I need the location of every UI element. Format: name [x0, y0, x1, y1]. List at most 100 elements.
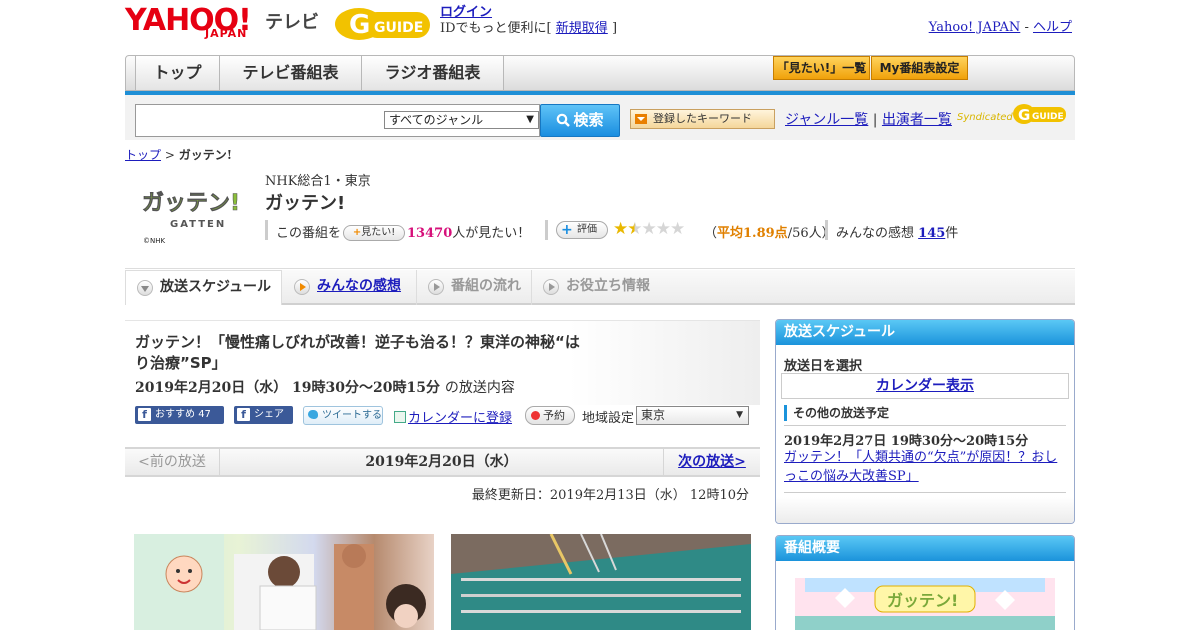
facebook-icon: f — [138, 408, 151, 421]
divider — [265, 220, 268, 240]
yahoo-japan-link[interactable]: Yahoo! JAPAN — [929, 20, 1021, 35]
program-logo-sub: GATTEN — [170, 219, 226, 230]
help-link[interactable]: ヘルプ — [1033, 20, 1072, 35]
rate-button-label: 評価 — [577, 224, 597, 235]
chevron-down-icon: ▼ — [736, 410, 743, 420]
other-broadcasts-heading: その他の放送予定 — [784, 405, 889, 421]
rating-stars: ★★★★★ — [613, 219, 685, 239]
tab-program-flow[interactable]: 番組の流れ — [417, 270, 532, 305]
divider — [545, 220, 548, 240]
nav-tab-top[interactable]: トップ — [135, 56, 220, 90]
calendar-display-link[interactable]: カレンダー表示 — [876, 378, 974, 394]
region-select[interactable]: 東京 ▼ — [636, 406, 749, 425]
channel-name: NHK総合1・東京 — [265, 174, 371, 189]
mitai-count: 13470 — [407, 226, 453, 241]
overview-logo-text: ガッテン! — [887, 591, 958, 610]
mitai-button[interactable]: +見たい! — [343, 224, 406, 241]
signup-link[interactable]: 新規取得 — [556, 21, 608, 36]
region-select-value: 東京 — [641, 408, 666, 422]
last-updated: 最終更新日：2019年2月13日（水） 12時10分 — [471, 488, 749, 503]
reserve-button[interactable]: 予約 — [525, 406, 575, 425]
recommend-count: 47 — [198, 409, 211, 420]
star-empty-icon: ★ — [670, 219, 685, 239]
facebook-recommend-button[interactable]: f おすすめ 47 — [135, 406, 224, 424]
search-icon — [557, 113, 571, 127]
program-title: ガッテン! — [265, 193, 346, 214]
login-block: ログイン IDでもっと便利に[ 新規取得 ] — [440, 5, 617, 37]
tab-broadcast-schedule[interactable]: 放送スケジュール — [125, 270, 282, 305]
program-overview-image: ガッテン! — [795, 578, 1055, 630]
episode-photo — [134, 534, 434, 630]
rate-button[interactable]: + 評価 — [556, 221, 608, 239]
other-broadcast-item: ガッテン！「人類共通の“欠点”が原因！？おしっこの悩み大改善SP」 — [784, 448, 1064, 486]
tab-label: 番組の流れ — [451, 278, 521, 294]
tab-reviews[interactable]: みんなの感想 — [283, 270, 417, 305]
episode-title: ガッテン！「慢性痛しびれが改善！逆子も治る！？東洋の神秘“はり治療”SP」 — [135, 333, 580, 372]
login-note-prefix: IDでもっと便利に[ — [440, 21, 552, 36]
next-broadcast-link[interactable]: 次の放送> — [678, 454, 746, 470]
search-button[interactable]: 検索 — [540, 104, 620, 137]
nav-tab-tv-guide[interactable]: テレビ番組表 — [220, 56, 362, 90]
gguide-logo[interactable]: G GUIDE — [334, 6, 434, 46]
mitai-prefix: この番組を — [276, 226, 342, 241]
calendar-display: カレンダー表示 — [781, 373, 1069, 399]
search-links: ジャンル一覧 | 出演者一覧 — [785, 109, 952, 129]
registered-keyword-label: 登録したキーワード — [653, 112, 752, 125]
share-label: シェア — [254, 409, 284, 420]
tab-useful-info[interactable]: お役立ち情報 — [532, 270, 667, 305]
pager-date: 2019年2月20日（水） — [365, 454, 518, 470]
prev-broadcast: <前の放送 — [125, 449, 220, 475]
schedule-panel: 放送スケジュール — [775, 319, 1075, 524]
kanso-count-link[interactable]: 145 — [918, 226, 945, 241]
chevron-down-icon — [137, 280, 153, 296]
episode-date: 2019年2月20日（水） 19時30分～20時15分 の放送内容 — [135, 377, 515, 397]
other-broadcast-link[interactable]: ガッテン！「人類共通の“欠点”が原因！？おしっこの悩み大改善SP」 — [784, 450, 1057, 484]
schedule-panel-title: 放送スケジュール — [776, 320, 1074, 345]
genre-list-link[interactable]: ジャンル一覧 — [785, 112, 868, 128]
syndicated-label: Syndicated — [957, 112, 1013, 123]
tab-label: お役立ち情報 — [566, 278, 650, 294]
facebook-icon: f — [237, 408, 250, 421]
recommend-label: おすすめ — [155, 409, 195, 420]
registered-keyword-button[interactable]: 登録したキーワード — [630, 109, 775, 129]
mitai-list-button[interactable]: 「見たい!」一覧 — [773, 56, 870, 80]
tab-label[interactable]: みんなの感想 — [317, 278, 401, 294]
mitai-suffix: 人が見たい！ — [452, 226, 531, 241]
tweet-label: ツイートする — [322, 410, 382, 421]
tv-label[interactable]: テレビ — [265, 8, 319, 34]
dropdown-icon — [635, 114, 647, 124]
calendar-register-link[interactable]: カレンダーに登録 — [408, 411, 512, 426]
tabs-divider — [125, 268, 1075, 269]
program-logo-copyright: ©NHK — [143, 237, 166, 245]
chevron-down-icon: ▼ — [526, 114, 534, 125]
genre-select-value: すべてのジャンル — [389, 113, 484, 127]
facebook-share-button[interactable]: f シェア — [234, 406, 293, 424]
star-empty-icon: ★ — [641, 219, 657, 239]
select-day-label: 放送日を選択 — [784, 359, 863, 374]
next-broadcast: 次の放送> — [663, 449, 760, 475]
program-logo: ガッテン! GATTEN — [140, 186, 250, 231]
star-full-icon: ★ — [613, 219, 628, 239]
svg-text:G: G — [1018, 106, 1030, 124]
genre-select[interactable]: すべてのジャンル ▼ — [384, 111, 539, 129]
star-half-icon: ★ — [627, 219, 642, 239]
other-broadcast-date: 2019年2月27日 19時30分～20時15分 — [784, 434, 1029, 449]
episode-date-value: 2019年2月20日（水） 19時30分～20時15分 — [135, 380, 440, 396]
login-note-suffix: ] — [611, 21, 618, 36]
mitai-button-label: 見たい! — [361, 226, 396, 238]
my-bangumi-settings-button[interactable]: My番組表設定 — [871, 56, 968, 80]
divider — [825, 220, 828, 240]
tab-label: 放送スケジュール — [160, 279, 272, 295]
svg-text:GUIDE: GUIDE — [374, 20, 423, 36]
header-links: Yahoo! JAPAN - ヘルプ — [929, 16, 1072, 35]
play-icon — [543, 279, 559, 295]
plus-icon: + — [561, 222, 573, 238]
svg-text:GUIDE: GUIDE — [1032, 112, 1064, 122]
login-link[interactable]: ログイン — [440, 5, 492, 20]
nav-tab-radio-guide[interactable]: ラジオ番組表 — [362, 56, 504, 90]
tweet-button[interactable]: ツイートする — [303, 406, 383, 425]
yahoo-japan-logo-sub: JAPAN — [205, 27, 248, 40]
breadcrumb-top-link[interactable]: トップ — [125, 148, 161, 162]
divider — [784, 425, 1066, 426]
performer-list-link[interactable]: 出演者一覧 — [882, 112, 952, 128]
